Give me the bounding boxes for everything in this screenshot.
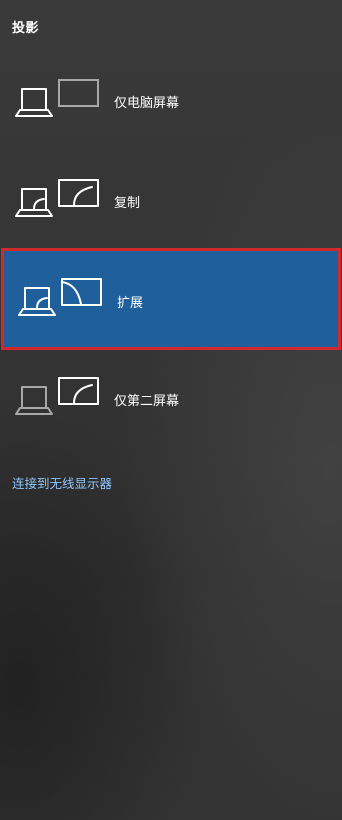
panel-title: 投影 bbox=[12, 21, 40, 36]
pc-screen-only-icon bbox=[15, 79, 99, 117]
extend-icon bbox=[18, 278, 102, 316]
second-screen-only-icon bbox=[15, 377, 99, 415]
option-second-screen-only[interactable]: 仅第二屏幕 bbox=[0, 348, 342, 448]
connect-wireless-display-link[interactable]: 连接到无线显示器 bbox=[12, 473, 112, 492]
option-label: 仅第二屏幕 bbox=[114, 394, 180, 409]
option-extend[interactable]: 扩展 bbox=[1, 248, 341, 350]
option-label: 仅电脑屏幕 bbox=[114, 96, 180, 111]
option-duplicate[interactable]: 复制 bbox=[0, 150, 342, 250]
duplicate-icon bbox=[15, 179, 99, 217]
project-panel: 投影 仅电脑屏幕 复制 扩展 仅第二屏幕 连接到无线显示器 bbox=[0, 0, 342, 820]
option-label: 复制 bbox=[114, 196, 141, 211]
option-pc-screen-only[interactable]: 仅电脑屏幕 bbox=[0, 50, 342, 150]
option-label: 扩展 bbox=[117, 296, 144, 311]
